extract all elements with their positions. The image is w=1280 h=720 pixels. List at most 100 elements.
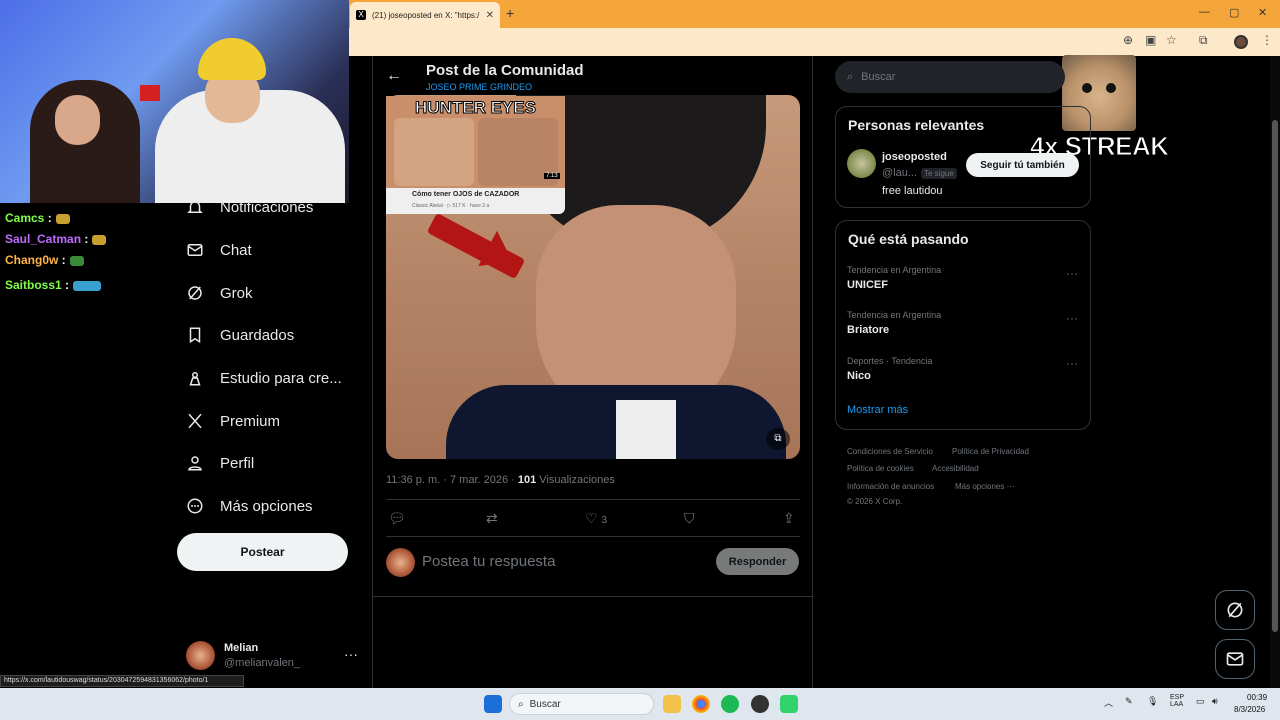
browser-menu-icon[interactable]: ⋮ xyxy=(1261,33,1273,47)
cat-eye xyxy=(1082,83,1092,93)
grok-fab[interactable] xyxy=(1215,590,1255,630)
tab-close-icon[interactable]: ✕ xyxy=(486,10,494,21)
scrollbar-thumb[interactable] xyxy=(1272,120,1278,632)
taskbar-search[interactable]: ⌕ Buscar xyxy=(509,693,654,715)
browser-toolbar xyxy=(349,28,1280,56)
file-explorer-icon[interactable] xyxy=(663,695,681,713)
search-input[interactable]: ⌕ Buscar xyxy=(835,61,1065,93)
pen-icon[interactable]: ✎ xyxy=(1125,696,1133,707)
x-icon xyxy=(188,413,202,429)
tray-chevron-icon[interactable]: ︿ xyxy=(1104,696,1113,709)
post-button[interactable]: Postear xyxy=(177,533,348,571)
emote-icon xyxy=(73,280,102,291)
bookmark-star-icon[interactable]: ☆ xyxy=(1166,33,1177,47)
chat-line: Saul_Catman : xyxy=(5,232,107,246)
community-name[interactable]: JOSEO PRIME GRINDEO xyxy=(426,82,532,92)
trend-name[interactable]: Briatore xyxy=(847,324,889,336)
trend-more-icon[interactable]: ··· xyxy=(1066,356,1078,370)
messages-fab[interactable] xyxy=(1215,639,1255,679)
reply-avatar xyxy=(386,548,415,577)
maximize-button[interactable]: ▢ xyxy=(1229,6,1239,19)
views-label: Visualizaciones xyxy=(536,474,615,486)
taskbar-search-label: Buscar xyxy=(529,698,561,710)
footer-more[interactable]: Más opciones ··· xyxy=(955,482,1015,491)
media-collar xyxy=(616,400,676,459)
nav-estudio[interactable]: Estudio para cre... xyxy=(186,369,342,387)
chat-line: Saitboss1 : xyxy=(5,278,102,292)
chat-line: Camcs : xyxy=(5,211,70,225)
show-more-link[interactable]: Mostrar más xyxy=(847,404,908,416)
browser-tab[interactable]: X (21) joseoposted en X: "https:/ ✕ xyxy=(350,2,500,28)
thumb-caption: Cómo tener OJOS de CAZADOR xyxy=(412,191,520,198)
account-name[interactable]: Melian xyxy=(224,642,258,654)
reply-icon[interactable]: 💬︎ xyxy=(388,510,406,527)
trend-context: Tendencia en Argentina xyxy=(847,265,942,275)
reply-input[interactable]: Postea tu respuesta xyxy=(422,553,555,570)
clock-date[interactable]: 8/3/2026 xyxy=(1234,705,1265,714)
footer-copyright: © 2026 X Corp. xyxy=(847,497,903,506)
footer-cookies[interactable]: Política de cookies xyxy=(847,464,914,473)
post-meta: 11:36 p. m. · 7 mar. 2026 · 101 Visualiz… xyxy=(386,474,615,486)
reply-button[interactable]: Responder xyxy=(716,548,799,575)
nav-grok[interactable]: Grok xyxy=(186,284,253,302)
share-icon[interactable]: ⇪ xyxy=(783,510,795,527)
profile-avatar[interactable] xyxy=(1234,35,1248,49)
windows-start-icon[interactable] xyxy=(484,695,502,713)
kick-icon[interactable] xyxy=(780,695,798,713)
trend-name[interactable]: Nico xyxy=(847,370,871,382)
nav-notificaciones[interactable]: Notificaciones xyxy=(186,198,313,216)
trend-more-icon[interactable]: ··· xyxy=(1066,311,1078,325)
obs-icon[interactable] xyxy=(751,695,769,713)
cat-eye xyxy=(1106,83,1116,93)
mic-icon[interactable]: 🎙︎ xyxy=(1147,696,1158,707)
footer-privacy[interactable]: Política de Privacidad xyxy=(952,447,1029,456)
thumb-duration: 7:13 xyxy=(544,173,560,179)
new-tab-button[interactable]: + xyxy=(506,5,514,21)
minimize-button[interactable]: — xyxy=(1199,6,1210,18)
clock-time[interactable]: 00:39 xyxy=(1247,693,1267,702)
repost-icon[interactable]: ⇄ xyxy=(486,510,498,527)
volume-icon[interactable]: 🔊︎ xyxy=(1212,696,1218,707)
account-more-icon[interactable]: ··· xyxy=(344,646,358,662)
nav-premium[interactable]: Premium xyxy=(186,412,280,430)
like-button[interactable]: ♡ 3 xyxy=(585,510,607,527)
streamer-left-face xyxy=(55,95,100,145)
nav-label: Grok xyxy=(220,284,253,302)
webcam-overlay xyxy=(0,0,349,203)
nav-chat[interactable]: Chat xyxy=(186,241,252,259)
search-icon: ⌕ xyxy=(518,698,524,710)
footer-ads[interactable]: Información de anuncios xyxy=(847,482,934,491)
card-title: Qué está pasando xyxy=(848,231,969,247)
spotify-icon[interactable] xyxy=(721,695,739,713)
grok-icon xyxy=(188,286,202,300)
footer-terms[interactable]: Condiciones de Servicio xyxy=(847,447,933,456)
status-bar-url: https://x.com/lautidouswag/status/203047… xyxy=(0,675,244,687)
close-window-button[interactable]: ✕ xyxy=(1258,6,1267,19)
avatar[interactable] xyxy=(186,641,215,670)
network-icon[interactable]: ▭ xyxy=(1196,696,1205,707)
trend-context: Deportes · Tendencia xyxy=(847,356,933,366)
edit-media-icon[interactable]: ⧉ xyxy=(766,428,790,450)
back-arrow-icon[interactable]: ← xyxy=(386,67,402,85)
nav-perfil[interactable]: Perfil xyxy=(186,454,254,472)
card-title: Personas relevantes xyxy=(848,117,985,133)
avatar[interactable] xyxy=(847,149,876,178)
install-icon[interactable]: ▣ xyxy=(1145,33,1156,47)
nav-mas-opciones[interactable]: Más opciones xyxy=(186,497,313,515)
follow-button[interactable]: Seguir tú también xyxy=(966,153,1079,177)
chrome-icon[interactable] xyxy=(692,695,710,713)
relevant-name[interactable]: joseoposted xyxy=(882,151,947,163)
extensions-icon[interactable]: ⧉ xyxy=(1199,33,1208,48)
trend-name[interactable]: UNICEF xyxy=(847,279,888,291)
bookmark-post-icon[interactable]: ⛉ xyxy=(684,510,695,527)
emote-icon xyxy=(92,234,107,245)
chat-line: Chang0w : xyxy=(5,253,84,267)
emote-icon xyxy=(55,213,70,224)
post-timestamp: 11:36 p. m. · 7 mar. 2026 · xyxy=(386,474,518,486)
footer-accessibility[interactable]: Accesibilidad xyxy=(932,464,979,473)
nav-guardados[interactable]: Guardados xyxy=(186,326,294,344)
x-logo-icon: X xyxy=(356,10,366,20)
zoom-icon[interactable]: ⊕ xyxy=(1123,33,1133,47)
language-indicator[interactable]: ESP LAA xyxy=(1170,694,1184,708)
trend-more-icon[interactable]: ··· xyxy=(1066,266,1078,280)
